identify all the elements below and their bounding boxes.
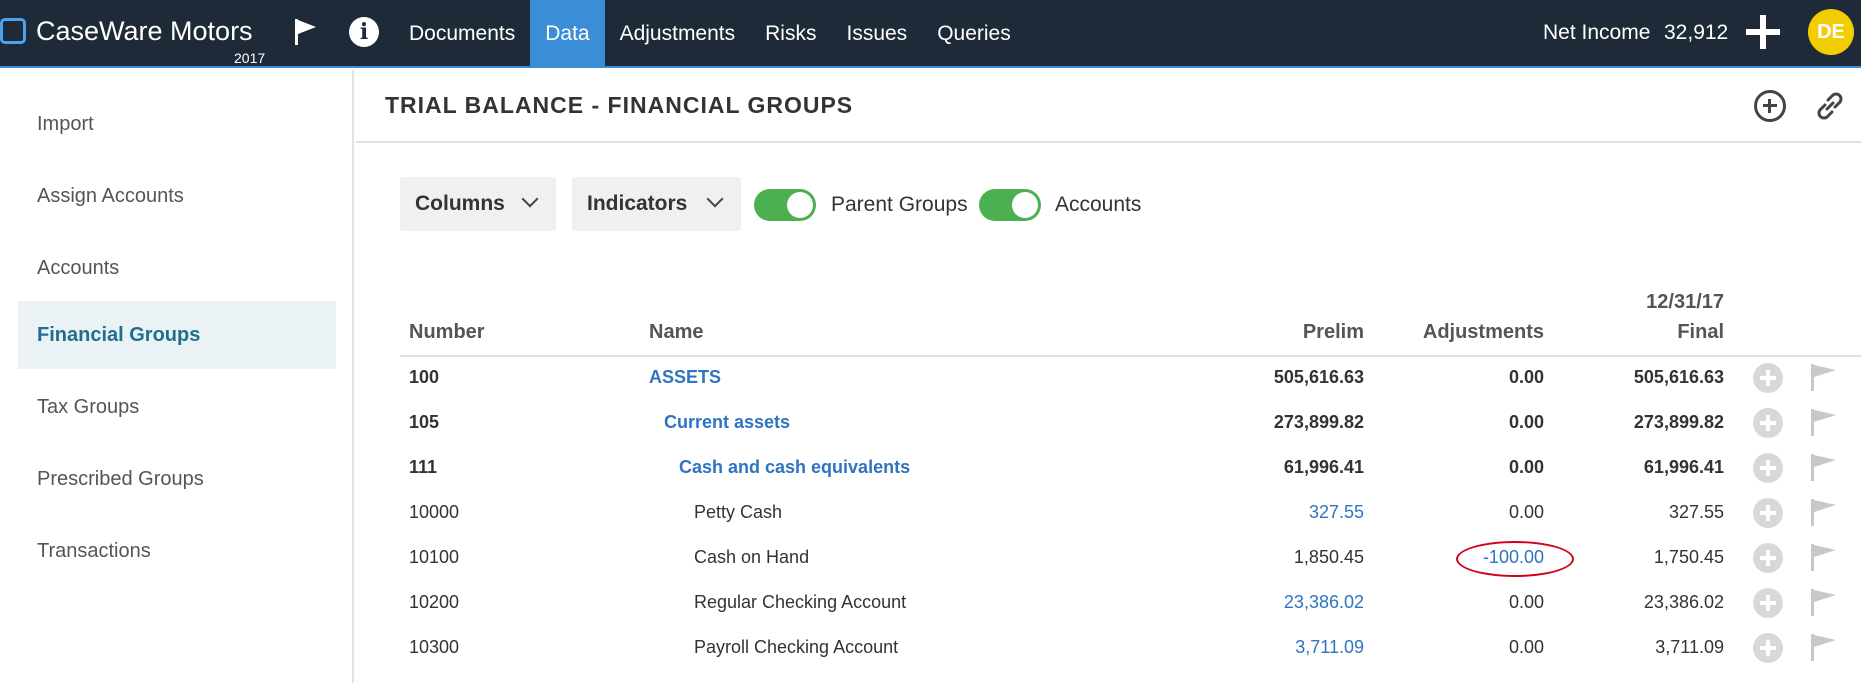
accounts-label: Accounts	[1055, 193, 1142, 216]
row-adjustments: 0.00	[1508, 502, 1544, 522]
table-row[interactable]: 10100 Cash on Hand 1,850.45 -100.00 1,75…	[0, 537, 1861, 582]
add-row-icon[interactable]	[1753, 498, 1783, 528]
chevron-down-icon	[706, 190, 724, 208]
header-adjustments[interactable]: Adjustments	[1404, 321, 1544, 344]
net-income-value: 32,912	[1664, 21, 1729, 44]
chevron-down-icon	[521, 190, 539, 208]
header-final-date: 12/31/17	[1646, 291, 1724, 313]
flag-icon[interactable]	[1808, 496, 1838, 528]
row-name: Payroll Checking Account	[694, 637, 899, 657]
title-divider	[356, 141, 1861, 143]
row-number: 105	[409, 412, 440, 432]
indicators-dropdown[interactable]: Indicators	[572, 177, 741, 231]
main-nav: Documents Data Adjustments Risks Issues …	[394, 0, 1026, 68]
header-number[interactable]: Number	[409, 321, 485, 344]
row-number: 10100	[409, 547, 460, 567]
nav-adjustments[interactable]: Adjustments	[605, 0, 751, 68]
top-bar: CaseWare Motors 2017 i Documents Data Ad…	[0, 0, 1861, 68]
link-icon[interactable]	[1812, 88, 1848, 124]
flag-icon[interactable]	[1808, 541, 1838, 573]
page-title: TRIAL BALANCE - FINANCIAL GROUPS	[385, 92, 854, 118]
row-adjustments: 0.00	[1508, 412, 1544, 432]
nav-documents[interactable]: Documents	[394, 0, 530, 68]
add-circle-icon[interactable]	[1754, 90, 1786, 122]
row-number: 10200	[409, 592, 460, 612]
parent-groups-label: Parent Groups	[831, 193, 968, 216]
header-name[interactable]: Name	[649, 321, 703, 344]
row-name: Cash on Hand	[694, 547, 810, 567]
row-adjustments: 0.00	[1508, 592, 1544, 612]
engagement-year: 2017	[234, 50, 266, 66]
row-final: 23,386.02	[1643, 592, 1724, 612]
annotation-ellipse	[1456, 541, 1574, 577]
add-row-icon[interactable]	[1753, 363, 1783, 393]
row-final: 273,899.82	[1633, 412, 1724, 432]
row-adjustments: 0.00	[1508, 637, 1544, 657]
table-row[interactable]: 10300 Payroll Checking Account 3,711.09 …	[0, 627, 1861, 672]
row-name: Petty Cash	[694, 502, 783, 522]
row-final: 327.55	[1668, 502, 1724, 522]
row-adjustments: 0.00	[1508, 457, 1544, 477]
row-final: 61,996.41	[1643, 457, 1724, 477]
flag-icon[interactable]	[287, 14, 323, 50]
accounts-toggle[interactable]	[979, 189, 1041, 221]
table-row[interactable]: 111 Cash and cash equivalents 61,996.41 …	[0, 447, 1861, 492]
row-prelim-link[interactable]: 327.55	[1214, 502, 1364, 523]
columns-dropdown[interactable]: Columns	[400, 177, 556, 231]
row-name: Regular Checking Account	[694, 592, 907, 612]
table-row[interactable]: 105 Current assets 273,899.82 0.00 273,8…	[0, 402, 1861, 447]
row-adjustments: 0.00	[1508, 367, 1544, 387]
net-income-label: Net Income	[1543, 21, 1651, 44]
sidebar-item-accounts[interactable]: Accounts	[18, 234, 336, 302]
row-prelim-link[interactable]: 23,386.02	[1214, 592, 1364, 613]
parent-groups-toggle[interactable]	[754, 189, 816, 221]
add-row-icon[interactable]	[1753, 453, 1783, 483]
add-row-icon[interactable]	[1753, 633, 1783, 663]
flag-icon[interactable]	[1808, 361, 1838, 393]
avatar[interactable]: DE	[1808, 9, 1854, 55]
nav-data[interactable]: Data	[530, 0, 605, 68]
header-final[interactable]: Final	[1604, 321, 1724, 344]
columns-label: Columns	[415, 192, 505, 215]
row-name-link[interactable]: Current assets	[664, 412, 790, 433]
row-number: 111	[409, 457, 438, 477]
sidebar-item-import[interactable]: Import	[18, 90, 336, 158]
sidebar-item-assign-accounts[interactable]: Assign Accounts	[18, 162, 336, 230]
header-prelim[interactable]: Prelim	[1264, 321, 1364, 344]
row-name-link[interactable]: ASSETS	[649, 367, 721, 388]
flag-icon[interactable]	[1808, 451, 1838, 483]
info-icon[interactable]: i	[346, 14, 382, 50]
app-logo-icon	[0, 18, 26, 44]
row-prelim: 505,616.63	[1273, 367, 1364, 387]
row-number: 10300	[409, 637, 460, 657]
row-final: 505,616.63	[1633, 367, 1724, 387]
add-icon[interactable]	[1743, 12, 1783, 52]
nav-queries[interactable]: Queries	[922, 0, 1026, 68]
indicators-label: Indicators	[587, 192, 688, 215]
row-name-link[interactable]: Cash and cash equivalents	[679, 457, 910, 478]
add-row-icon[interactable]	[1753, 408, 1783, 438]
row-prelim: 61,996.41	[1283, 457, 1364, 477]
row-final: 1,750.45	[1653, 547, 1724, 567]
row-prelim: 273,899.82	[1273, 412, 1364, 432]
nav-issues[interactable]: Issues	[831, 0, 922, 68]
table-row[interactable]: 10000 Petty Cash 327.55 0.00 327.55	[0, 492, 1861, 537]
flag-icon[interactable]	[1808, 631, 1838, 663]
table-row[interactable]: 100 ASSETS 505,616.63 0.00 505,616.63	[0, 357, 1861, 402]
row-number: 100	[409, 367, 440, 387]
add-row-icon[interactable]	[1753, 588, 1783, 618]
nav-risks[interactable]: Risks	[750, 0, 831, 68]
app-name[interactable]: CaseWare Motors	[36, 16, 253, 47]
row-prelim: 1,850.45	[1293, 547, 1364, 567]
row-prelim-link[interactable]: 3,711.09	[1214, 637, 1364, 658]
table-row[interactable]: 10200 Regular Checking Account 23,386.02…	[0, 582, 1861, 627]
add-row-icon[interactable]	[1753, 543, 1783, 573]
row-final: 3,711.09	[1655, 637, 1724, 657]
flag-icon[interactable]	[1808, 406, 1838, 438]
flag-icon[interactable]	[1808, 586, 1838, 618]
row-number: 10000	[409, 502, 460, 522]
